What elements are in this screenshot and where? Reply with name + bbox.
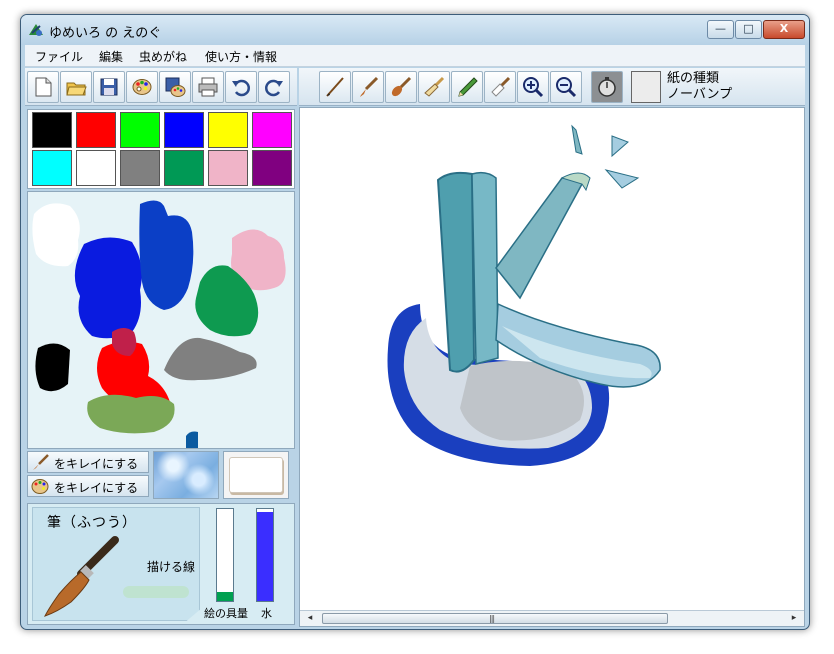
pencil-tool-button[interactable] [451, 71, 483, 103]
save-palette-icon [165, 77, 186, 97]
app-icon [29, 24, 43, 36]
paint-amount-fill [217, 591, 233, 601]
close-button[interactable]: X [763, 20, 805, 39]
paper-texture-preview [229, 457, 283, 493]
brush-icon [33, 454, 49, 470]
flat-brush-icon [424, 76, 445, 97]
undo-button[interactable] [225, 71, 257, 103]
color-palette [27, 109, 295, 189]
minimize-button[interactable]: — [707, 20, 734, 39]
file-toolbar [25, 68, 297, 106]
scroll-left-arrow[interactable]: ◂ [304, 613, 316, 625]
pencil-icon [458, 77, 478, 97]
water-fill [257, 511, 273, 601]
open-folder-icon [66, 82, 87, 96]
paper-texture-button[interactable] [223, 451, 289, 499]
eraser-brush-tool-button[interactable] [484, 71, 516, 103]
open-file-button[interactable] [60, 71, 92, 103]
redo-button[interactable] [258, 71, 290, 103]
clean-brush-button[interactable]: をキレイにする [27, 451, 149, 473]
round-brush-icon [391, 76, 412, 97]
app-window: ゆめいろ の えのぐ — □ X ファイル 編集 虫めがね 使い方・情報 紙の種… [20, 14, 810, 630]
save-palette-button[interactable] [159, 71, 191, 103]
timer-icon [598, 77, 616, 97]
paper-type-label: 紙の種類 [667, 71, 720, 86]
paint-amount-gauge [216, 508, 234, 602]
color-swatch-black[interactable] [32, 112, 72, 148]
brush-preview-icon [44, 536, 119, 617]
scroll-right-arrow[interactable]: ▸ [788, 613, 800, 625]
canvas-painting [387, 124, 661, 466]
drawing-canvas[interactable]: ◂ ||| ▸ [299, 107, 805, 627]
brush-tool-button[interactable] [352, 71, 384, 103]
menu-bar: ファイル 編集 虫めがね 使い方・情報 [25, 45, 805, 67]
new-document-button[interactable] [27, 71, 59, 103]
color-swatch-red[interactable] [76, 112, 116, 148]
zoom-in-button[interactable] [517, 71, 549, 103]
scrollbar-grip: ||| [489, 614, 495, 623]
menu-magnifier[interactable]: 虫めがね [135, 48, 191, 65]
paper-type-info: 紙の種類 ノーバンプ [667, 71, 732, 103]
title-bar: ゆめいろ の えのぐ — □ X [21, 15, 809, 45]
clean-brush-label: をキレイにする [54, 457, 139, 471]
paper-type-value: ノーバンプ [667, 87, 733, 102]
color-swatch-pink[interactable] [208, 150, 248, 186]
color-swatch-dark-green[interactable] [164, 150, 204, 186]
mixing-palette-paint [32, 200, 286, 448]
horizontal-scrollbar[interactable]: ◂ ||| ▸ [300, 610, 804, 626]
clean-palette-button[interactable]: をキレイにする [27, 475, 149, 497]
redo-icon [265, 79, 283, 97]
new-document-icon [35, 77, 52, 97]
print-icon [198, 77, 218, 97]
color-swatch-yellow[interactable] [208, 112, 248, 148]
color-swatch-blue[interactable] [164, 112, 204, 148]
clean-palette-label: をキレイにする [54, 481, 139, 495]
color-swatch-white[interactable] [76, 150, 116, 186]
round-brush-tool-button[interactable] [385, 71, 417, 103]
palette-icon [31, 479, 49, 494]
color-swatch-purple[interactable] [252, 150, 292, 186]
brush-icon [360, 76, 379, 97]
save-button[interactable] [93, 71, 125, 103]
brush-line-label: 描ける線 [147, 560, 196, 574]
paper-type-swatch[interactable] [631, 71, 661, 103]
timer-button[interactable] [591, 71, 623, 103]
print-button[interactable] [192, 71, 224, 103]
flat-brush-tool-button[interactable] [418, 71, 450, 103]
left-panel: をキレイにする をキレイにする 筆（ふつう） 描ける線 絵の具量 水 [25, 107, 297, 627]
maximize-button[interactable]: □ [735, 20, 762, 39]
zoom-in-icon [523, 77, 544, 98]
brush-info-panel: 筆（ふつう） 描ける線 絵の具量 水 [27, 503, 295, 625]
menu-edit[interactable]: 編集 [95, 48, 127, 65]
save-disk-icon [100, 78, 118, 96]
eraser-brush-icon [491, 76, 511, 97]
color-swatch-magenta[interactable] [252, 112, 292, 148]
undo-icon [232, 79, 250, 97]
brush-line-preview [123, 586, 189, 598]
pen-tool-button[interactable] [319, 71, 351, 103]
color-swatch-gray[interactable] [120, 150, 160, 186]
water-label: 水 [261, 607, 272, 620]
palette-icon [132, 79, 152, 95]
brush-card: 筆（ふつう） 描ける線 [32, 507, 200, 621]
zoom-out-button[interactable] [550, 71, 582, 103]
tool-toolbar: 紙の種類 ノーバンプ [299, 68, 805, 106]
scrollbar-thumb[interactable]: ||| [322, 613, 668, 624]
mixing-palette[interactable] [27, 191, 295, 449]
zoom-out-icon [556, 77, 577, 98]
color-swatch-green[interactable] [120, 112, 160, 148]
water-texture-button[interactable] [153, 451, 219, 499]
brush-name: 筆（ふつう） [47, 515, 137, 531]
color-swatch-cyan[interactable] [32, 150, 72, 186]
menu-file[interactable]: ファイル [31, 48, 87, 65]
water-gauge [256, 508, 274, 602]
menu-help-info[interactable]: 使い方・情報 [201, 48, 281, 65]
palette-button[interactable] [126, 71, 158, 103]
paint-amount-label: 絵の具量 [204, 607, 248, 620]
pen-icon [326, 77, 344, 97]
window-title: ゆめいろ の えのぐ [49, 26, 162, 41]
